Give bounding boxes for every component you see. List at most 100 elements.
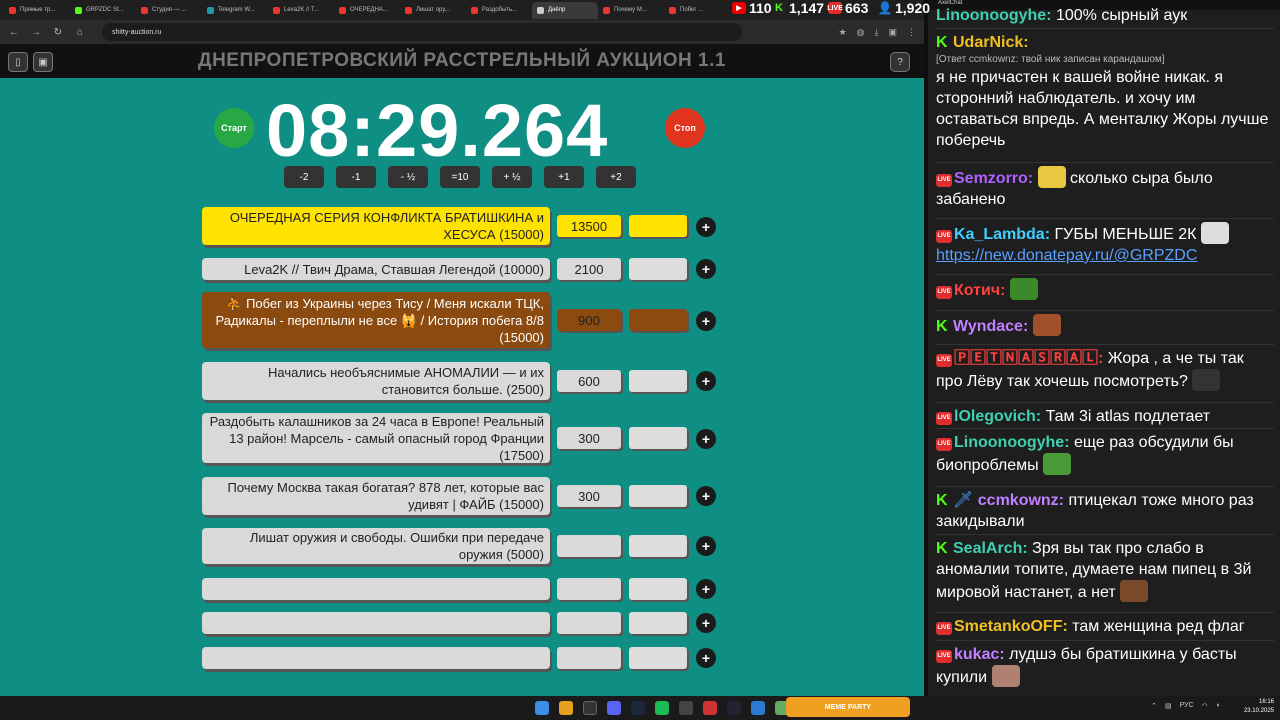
timer-display: 08:29.264 <box>266 89 609 172</box>
lot-add-input[interactable] <box>629 485 687 507</box>
steam-icon[interactable] <box>631 701 645 715</box>
chat-nick: Ka_Lambda: <box>954 226 1051 243</box>
lot-add-input[interactable] <box>629 215 687 237</box>
lot-add-input[interactable] <box>629 612 687 634</box>
lot-add-button[interactable]: + <box>696 648 716 668</box>
browser-tab[interactable]: ОЧЕРЕДНА... <box>334 2 400 19</box>
discord-icon[interactable] <box>607 701 621 715</box>
lot-name[interactable]: ОЧЕРЕДНАЯ СЕРИЯ КОНФЛИКТА БРАТИШКИНА и Х… <box>202 207 550 245</box>
meme-party-widget[interactable]: MEME PARTY <box>786 697 910 717</box>
browser-tab[interactable]: Студия — ... <box>136 2 202 19</box>
chat-message: LIVE Котич: <box>936 274 1274 301</box>
browser-tab-active[interactable]: Днёпр <box>532 1 598 19</box>
lot-name[interactable] <box>202 612 550 634</box>
lot-name[interactable]: Начались необъяснимые АНОМАЛИИ — и их ст… <box>202 362 550 400</box>
star-icon[interactable]: ★ <box>839 27 847 38</box>
lot-add-button[interactable]: + <box>696 536 716 556</box>
network-icon[interactable]: ▤ <box>1165 702 1172 710</box>
lot-name[interactable]: ⛹ Побег из Украины через Тису / Меня иск… <box>202 292 550 348</box>
adjust-plus-2-button[interactable]: +2 <box>596 166 636 188</box>
adjust-minus-1-button[interactable]: -1 <box>336 166 376 188</box>
live-icon: LIVE <box>936 354 952 367</box>
chrome-icon[interactable] <box>559 701 573 715</box>
auction-app: ▯ ▣ ДНЕПРОПЕТРОВСКИЙ РАССТРЕЛЬНЫЙ АУКЦИО… <box>0 44 924 696</box>
url-input[interactable]: shitty-auction.ru <box>102 23 742 41</box>
lot-amount: 13500 <box>557 215 621 237</box>
adjust-plus-half-button[interactable]: + ½ <box>492 166 532 188</box>
menu-icon[interactable]: ⋮ <box>907 27 916 38</box>
browser-tab[interactable]: Раздобыть... <box>466 2 532 19</box>
back-icon[interactable]: ← <box>8 27 20 38</box>
chat-text: я не причастен к вашей войне никак. я ст… <box>936 69 1269 149</box>
chat-message: K 🗡 ccmkownz: птицекал тоже много раз зак… <box>936 486 1274 532</box>
language-indicator[interactable]: РУС <box>1180 702 1194 710</box>
chat-message: LIVE Ka_Lambda: ГУБЫ МЕНЬШЕ 2К https://ne… <box>936 218 1274 266</box>
taskbar: MEME PARTY ⌃ ▤ РУС ◠ ◖ 16:16 23.10.2025 <box>0 696 1280 720</box>
browser-tab[interactable]: Telegram W... <box>202 2 268 19</box>
lot-add-button[interactable]: + <box>696 429 716 449</box>
browser-tab[interactable]: Лишат ору... <box>400 2 466 19</box>
chat-text: Там 3i atlas подлетает <box>1045 408 1211 425</box>
start-button[interactable]: Старт <box>214 108 254 148</box>
app-icon[interactable] <box>703 701 717 715</box>
help-icon[interactable]: ? <box>890 52 910 72</box>
lot-add-button[interactable]: + <box>696 311 716 331</box>
app-icon[interactable] <box>751 701 765 715</box>
lot-name[interactable]: Раздобыть калашников за 24 часа в Европе… <box>202 413 550 463</box>
lot-amount: 300 <box>557 485 621 507</box>
forward-icon[interactable]: → <box>30 27 42 38</box>
lot-add-input[interactable] <box>629 578 687 600</box>
tab-label: Побег ... <box>680 7 704 13</box>
adjust-plus-1-button[interactable]: +1 <box>544 166 584 188</box>
lot-add-button[interactable]: + <box>696 371 716 391</box>
browser-tab[interactable]: Прямые тр... <box>4 2 70 19</box>
lot-add-button[interactable]: + <box>696 613 716 633</box>
windows-start-icon[interactable] <box>535 701 549 715</box>
lot-add-input[interactable] <box>629 427 687 449</box>
home-icon[interactable]: ⌂ <box>74 27 86 38</box>
app-icon[interactable] <box>679 701 693 715</box>
lot-add-input[interactable] <box>629 309 687 331</box>
lot-name[interactable] <box>202 647 550 669</box>
chevron-up-icon[interactable]: ⌃ <box>1151 702 1157 710</box>
adjust-set-10-button[interactable]: =10 <box>440 166 480 188</box>
download-icon[interactable]: ⤓ <box>875 27 879 38</box>
chat-reply: [Ответ ccmkownz: твой ник записан каранд… <box>936 54 1165 65</box>
lot-add-button[interactable]: + <box>696 579 716 599</box>
tab-label: Прямые тр... <box>20 7 56 13</box>
lot-add-input[interactable] <box>629 370 687 392</box>
reload-icon[interactable]: ↻ <box>52 27 64 38</box>
obs-icon[interactable] <box>583 701 597 715</box>
lot-add-button[interactable]: + <box>696 259 716 279</box>
browser-tab[interactable]: Побег ... <box>664 2 730 19</box>
lot-name[interactable] <box>202 578 550 600</box>
puzzle-icon[interactable]: ▣ <box>888 27 897 38</box>
lot-add-button[interactable]: + <box>696 486 716 506</box>
app-icon[interactable] <box>727 701 741 715</box>
kick-icon: K <box>936 492 948 509</box>
lot-amount: 600 <box>557 370 621 392</box>
adjust-minus-half-button[interactable]: - ½ <box>388 166 428 188</box>
spotify-icon[interactable] <box>655 701 669 715</box>
volume-icon[interactable]: ◖ <box>1216 702 1220 710</box>
lot-add-button[interactable]: + <box>696 217 716 237</box>
browser-tab[interactable]: Почему М... <box>598 2 664 19</box>
chat-message: LIVE kukac: лудшэ бы братишкина у басты к… <box>936 640 1274 688</box>
browser-tab[interactable]: GRPZDC St... <box>70 2 136 19</box>
lot-name[interactable]: Почему Москва такая богатая? 878 лет, ко… <box>202 477 550 515</box>
extension-icon[interactable]: ◍ <box>857 27 865 38</box>
lot-name[interactable]: Лишат оружия и свободы. Ошибки при перед… <box>202 528 550 564</box>
lot-add-input[interactable] <box>629 535 687 557</box>
sword-icon: 🗡 <box>953 492 974 509</box>
lot-add-input[interactable] <box>629 647 687 669</box>
chat-link[interactable]: https://new.donatepay.ru/@GRPZDC <box>936 245 1274 266</box>
lot-add-input[interactable] <box>629 258 687 280</box>
pepe-emote-icon <box>1043 453 1072 475</box>
browser-tab[interactable]: Leva2K // T... <box>268 2 334 19</box>
wifi-icon[interactable]: ◠ <box>1202 702 1208 710</box>
adjust-minus-2-button[interactable]: -2 <box>284 166 324 188</box>
clock[interactable]: 16:16 23.10.2025 <box>1244 698 1274 716</box>
chat-nick: Wyndace: <box>953 318 1029 335</box>
lot-name[interactable]: Leva2K // Твич Драма, Ставшая Легендой (… <box>202 258 550 280</box>
stop-button[interactable]: Стоп <box>665 108 705 148</box>
